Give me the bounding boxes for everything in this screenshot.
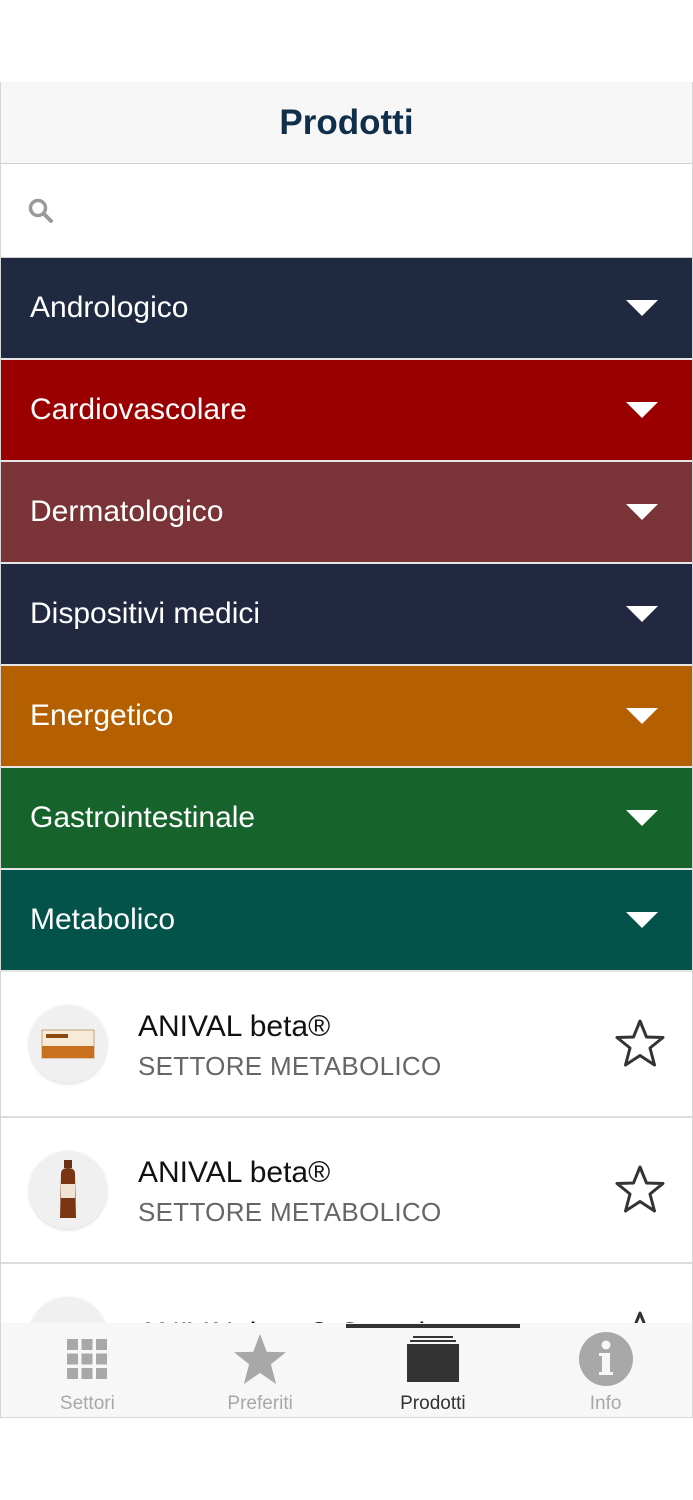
favorite-star-icon[interactable] <box>614 1164 666 1216</box>
category-label: Energetico <box>30 699 174 732</box>
status-bar-area <box>0 0 693 82</box>
category-label: Gastrointestinale <box>30 801 256 834</box>
page-title: Prodotti <box>279 102 414 142</box>
product-row[interactable]: ANIVAL beta® SETTORE METABOLICO <box>1 1118 692 1264</box>
tab-prodotti[interactable]: Prodotti <box>347 1323 520 1417</box>
tab-label: Preferiti <box>227 1393 293 1414</box>
category-metabolico[interactable]: Metabolico <box>1 870 692 972</box>
tab-label: Prodotti <box>400 1393 466 1414</box>
product-sector: SETTORE METABOLICO <box>138 1050 442 1081</box>
category-label: Cardiovascolare <box>30 393 247 426</box>
product-thumbnail <box>29 1005 107 1083</box>
category-dermatologico[interactable]: Dermatologico <box>1 462 692 564</box>
category-gastrointestinale[interactable]: Gastrointestinale <box>1 768 692 870</box>
tab-settori[interactable]: Settori <box>1 1323 174 1417</box>
category-label: Dispositivi medici <box>30 597 261 630</box>
chevron-down-icon <box>626 402 658 418</box>
product-name: ANIVAL beta® <box>138 1155 331 1189</box>
scroll-indicator <box>346 1324 520 1328</box>
product-sector: SETTORE METABOLICO <box>138 1196 442 1227</box>
category-energetico[interactable]: Energetico <box>1 666 692 768</box>
product-text: ANIVAL beta® SETTORE METABOLICO <box>138 1007 614 1082</box>
chevron-down-icon <box>626 504 658 520</box>
category-cardiovascolare[interactable]: Cardiovascolare <box>1 360 692 462</box>
category-andrologico[interactable]: Andrologico <box>1 258 692 360</box>
product-box-image <box>41 1029 95 1059</box>
category-label: Dermatologico <box>30 495 224 528</box>
app-window: Prodotti Andrologico Cardiovascolare Der… <box>0 82 693 1418</box>
product-row[interactable]: ANIVAL beta® SETTORE METABOLICO <box>1 972 692 1118</box>
chevron-down-icon <box>626 912 658 928</box>
star-icon <box>232 1331 288 1387</box>
chevron-down-icon <box>626 810 658 826</box>
product-thumbnail <box>29 1151 107 1229</box>
tab-preferiti[interactable]: Preferiti <box>174 1323 347 1417</box>
chevron-down-icon <box>626 606 658 622</box>
tab-info[interactable]: Info <box>519 1323 692 1417</box>
grid-icon <box>59 1331 115 1387</box>
bottom-tab-bar: Settori Preferiti Prodotti Info <box>1 1323 692 1417</box>
search-icon <box>28 198 53 223</box>
chevron-down-icon <box>626 708 658 724</box>
tab-label: Settori <box>59 1393 115 1414</box>
category-label: Metabolico <box>30 903 176 936</box>
product-name: ANIVAL beta® <box>138 1009 331 1043</box>
search-bar <box>1 164 692 258</box>
folder-icon <box>405 1331 461 1387</box>
info-icon <box>578 1331 634 1387</box>
product-text: ANIVAL beta® SETTORE METABOLICO <box>138 1153 614 1228</box>
category-dispositivi-medici[interactable]: Dispositivi medici <box>1 564 692 666</box>
favorite-star-icon[interactable] <box>614 1018 666 1070</box>
header: Prodotti <box>1 82 692 164</box>
chevron-down-icon <box>626 300 658 316</box>
category-label: Andrologico <box>30 291 189 324</box>
product-bottle-image <box>60 1160 76 1218</box>
search-input[interactable] <box>69 180 692 241</box>
tab-label: Info <box>589 1393 622 1414</box>
